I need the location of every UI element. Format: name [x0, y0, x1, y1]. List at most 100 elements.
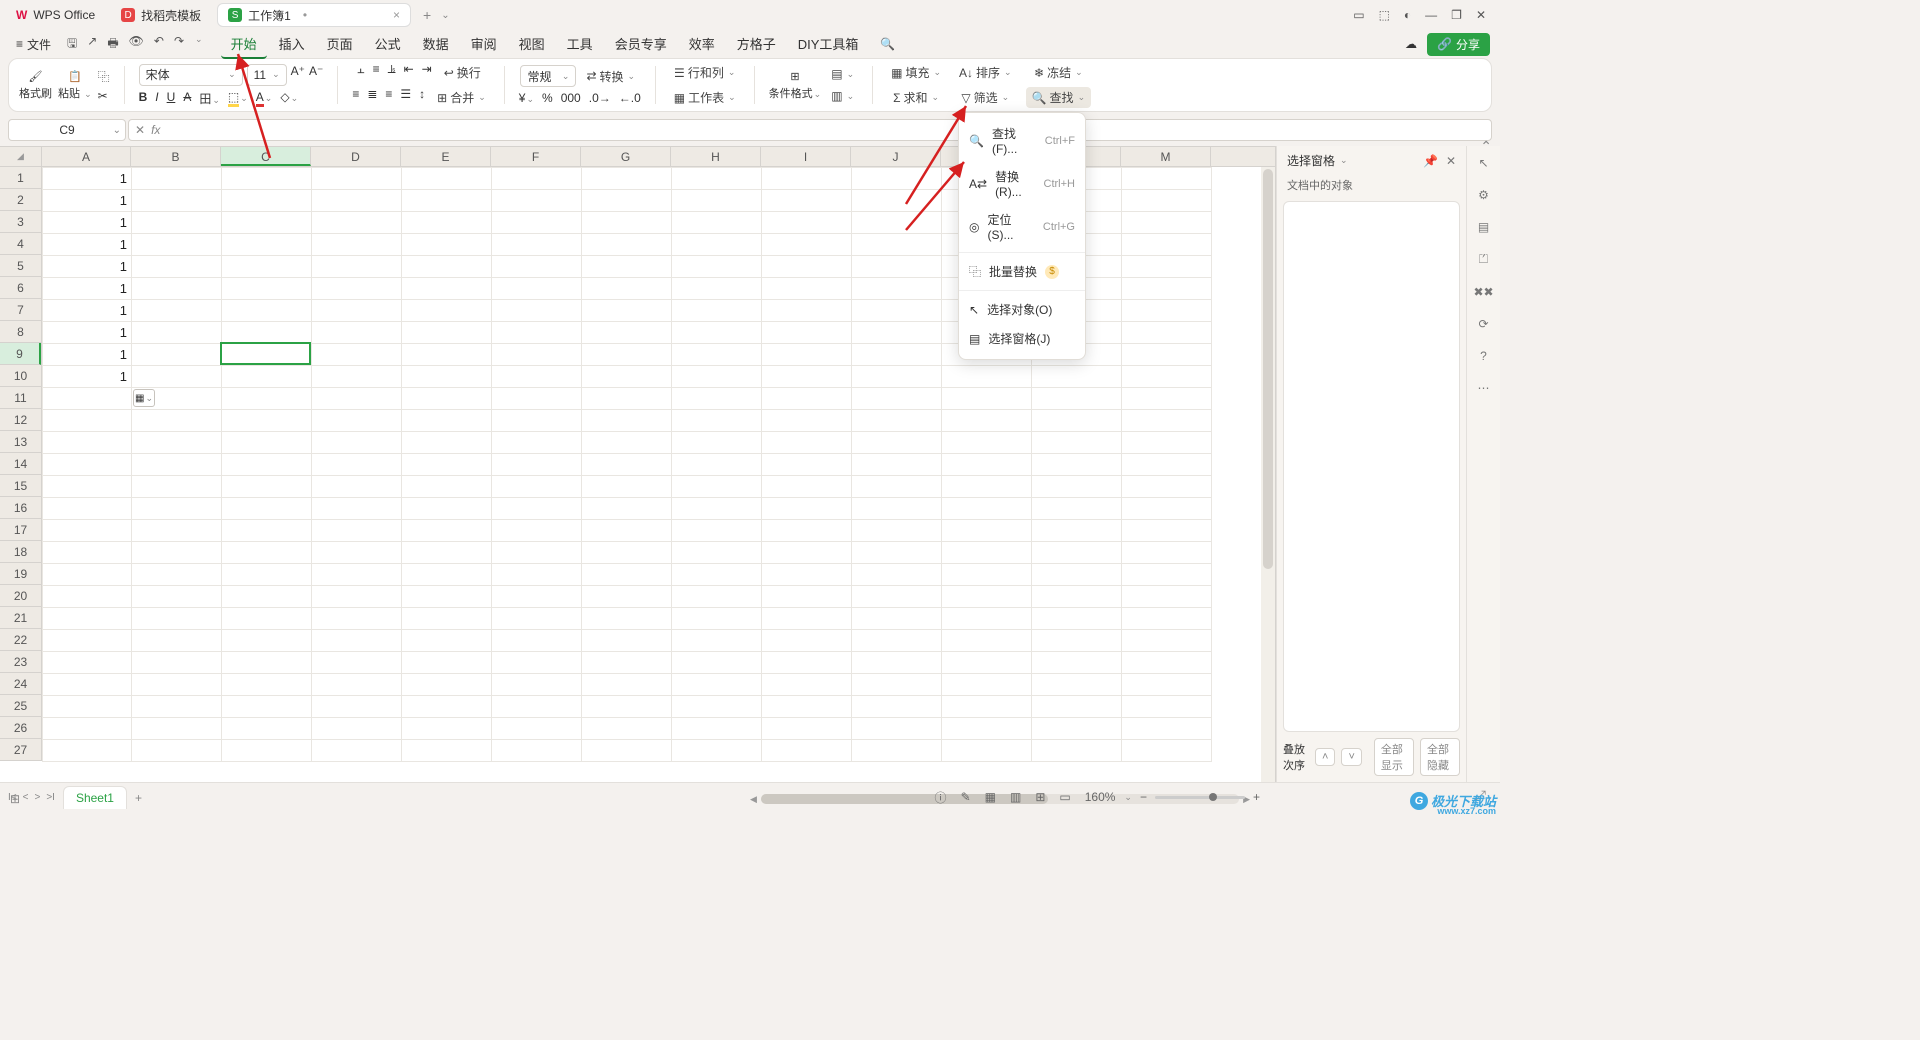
cell[interactable] — [672, 740, 762, 762]
cell[interactable] — [1032, 586, 1122, 608]
cell[interactable] — [43, 476, 132, 498]
cell[interactable] — [492, 322, 582, 344]
menu-tab-3[interactable]: 公式 — [365, 30, 411, 59]
cell[interactable] — [852, 630, 942, 652]
cell[interactable] — [942, 608, 1032, 630]
cell[interactable] — [582, 520, 672, 542]
cell[interactable] — [852, 212, 942, 234]
close-pane-icon[interactable]: ✕ — [1446, 154, 1456, 168]
maximize-button[interactable]: ❐ — [1451, 8, 1462, 22]
percent-icon[interactable]: % — [542, 91, 553, 105]
cell[interactable] — [222, 542, 312, 564]
cell[interactable] — [43, 718, 132, 740]
cell[interactable] — [222, 454, 312, 476]
cell[interactable] — [582, 718, 672, 740]
condfmt-button[interactable]: ⊞条件格式⌄ — [769, 70, 822, 101]
cell[interactable] — [672, 718, 762, 740]
cloud-icon[interactable]: ☁ — [1405, 37, 1417, 51]
row-header[interactable]: 2 — [0, 189, 41, 211]
cell[interactable] — [132, 278, 222, 300]
cell[interactable] — [312, 696, 402, 718]
row-header[interactable]: 19 — [0, 563, 41, 585]
show-all-button[interactable]: 全部显示 — [1374, 738, 1414, 776]
cell[interactable] — [582, 652, 672, 674]
wrap-button[interactable]: ↩换行 — [440, 62, 485, 83]
cell[interactable] — [492, 740, 582, 762]
cell[interactable] — [492, 278, 582, 300]
cell[interactable] — [582, 344, 672, 366]
align-center-icon[interactable]: ≣ — [367, 87, 377, 108]
row-header[interactable]: 25 — [0, 695, 41, 717]
cell[interactable] — [582, 256, 672, 278]
row-header[interactable]: 23 — [0, 651, 41, 673]
cell[interactable] — [1122, 388, 1212, 410]
cell[interactable]: 1 — [43, 168, 132, 190]
cell[interactable] — [852, 498, 942, 520]
cell[interactable] — [1122, 476, 1212, 498]
vertical-scrollbar[interactable] — [1261, 167, 1275, 782]
cell[interactable] — [852, 322, 942, 344]
cell[interactable] — [43, 740, 132, 762]
cell[interactable] — [852, 740, 942, 762]
cell[interactable] — [402, 498, 492, 520]
cell[interactable] — [1032, 564, 1122, 586]
sheet-last-icon[interactable]: >I — [46, 792, 55, 803]
row-header[interactable]: 20 — [0, 585, 41, 607]
find-menuitem[interactable]: 🔍查找(F)...Ctrl+F — [959, 119, 1085, 162]
cell[interactable] — [492, 476, 582, 498]
cell[interactable] — [762, 476, 852, 498]
cell[interactable] — [1032, 410, 1122, 432]
cell[interactable] — [402, 190, 492, 212]
menu-tab-5[interactable]: 审阅 — [461, 30, 507, 59]
cell[interactable] — [312, 498, 402, 520]
cell[interactable] — [222, 212, 312, 234]
cell[interactable] — [1032, 630, 1122, 652]
cell[interactable] — [582, 476, 672, 498]
menu-tab-0[interactable]: 开始 — [221, 30, 267, 59]
cell[interactable] — [312, 322, 402, 344]
cell[interactable] — [1122, 278, 1212, 300]
cell[interactable] — [582, 454, 672, 476]
cell[interactable] — [312, 652, 402, 674]
cell[interactable] — [1032, 718, 1122, 740]
cell[interactable] — [852, 520, 942, 542]
orientation-icon[interactable]: ↕ — [419, 87, 425, 108]
cell[interactable] — [582, 168, 672, 190]
cell[interactable] — [222, 168, 312, 190]
cell[interactable] — [852, 234, 942, 256]
cell[interactable] — [852, 388, 942, 410]
cell[interactable] — [762, 322, 852, 344]
cell[interactable] — [762, 608, 852, 630]
cell[interactable] — [402, 454, 492, 476]
app-tab-workbook[interactable]: S 工作簿1 • × — [217, 3, 411, 27]
row-header[interactable]: 27 — [0, 739, 41, 761]
cell[interactable] — [132, 630, 222, 652]
cell[interactable] — [1122, 718, 1212, 740]
cell[interactable] — [492, 300, 582, 322]
cell[interactable] — [402, 256, 492, 278]
cell[interactable] — [852, 674, 942, 696]
cell[interactable] — [492, 344, 582, 366]
cell[interactable] — [132, 520, 222, 542]
italic-icon[interactable]: I — [155, 90, 158, 107]
sort-button[interactable]: A↓排序⌄ — [955, 62, 1016, 83]
row-header[interactable]: 1 — [0, 167, 41, 189]
cell[interactable] — [672, 388, 762, 410]
sheet-prev-icon[interactable]: < — [23, 792, 29, 803]
col-header[interactable]: B — [131, 147, 221, 166]
cell[interactable] — [312, 740, 402, 762]
cell[interactable] — [402, 388, 492, 410]
cell[interactable] — [672, 322, 762, 344]
paste-button[interactable]: 📋粘贴 ⌄ — [58, 70, 92, 101]
zoom-level[interactable]: 160% — [1085, 790, 1116, 804]
cell[interactable] — [672, 190, 762, 212]
menu-tab-10[interactable]: 方格子 — [727, 30, 786, 59]
convert-button[interactable]: ⇄转换⌄ — [582, 65, 639, 87]
cell[interactable] — [1122, 608, 1212, 630]
cell[interactable] — [1122, 542, 1212, 564]
cell[interactable] — [942, 366, 1032, 388]
cell[interactable] — [762, 542, 852, 564]
sheet-next-icon[interactable]: > — [34, 792, 40, 803]
cell[interactable] — [43, 542, 132, 564]
cell[interactable] — [402, 366, 492, 388]
